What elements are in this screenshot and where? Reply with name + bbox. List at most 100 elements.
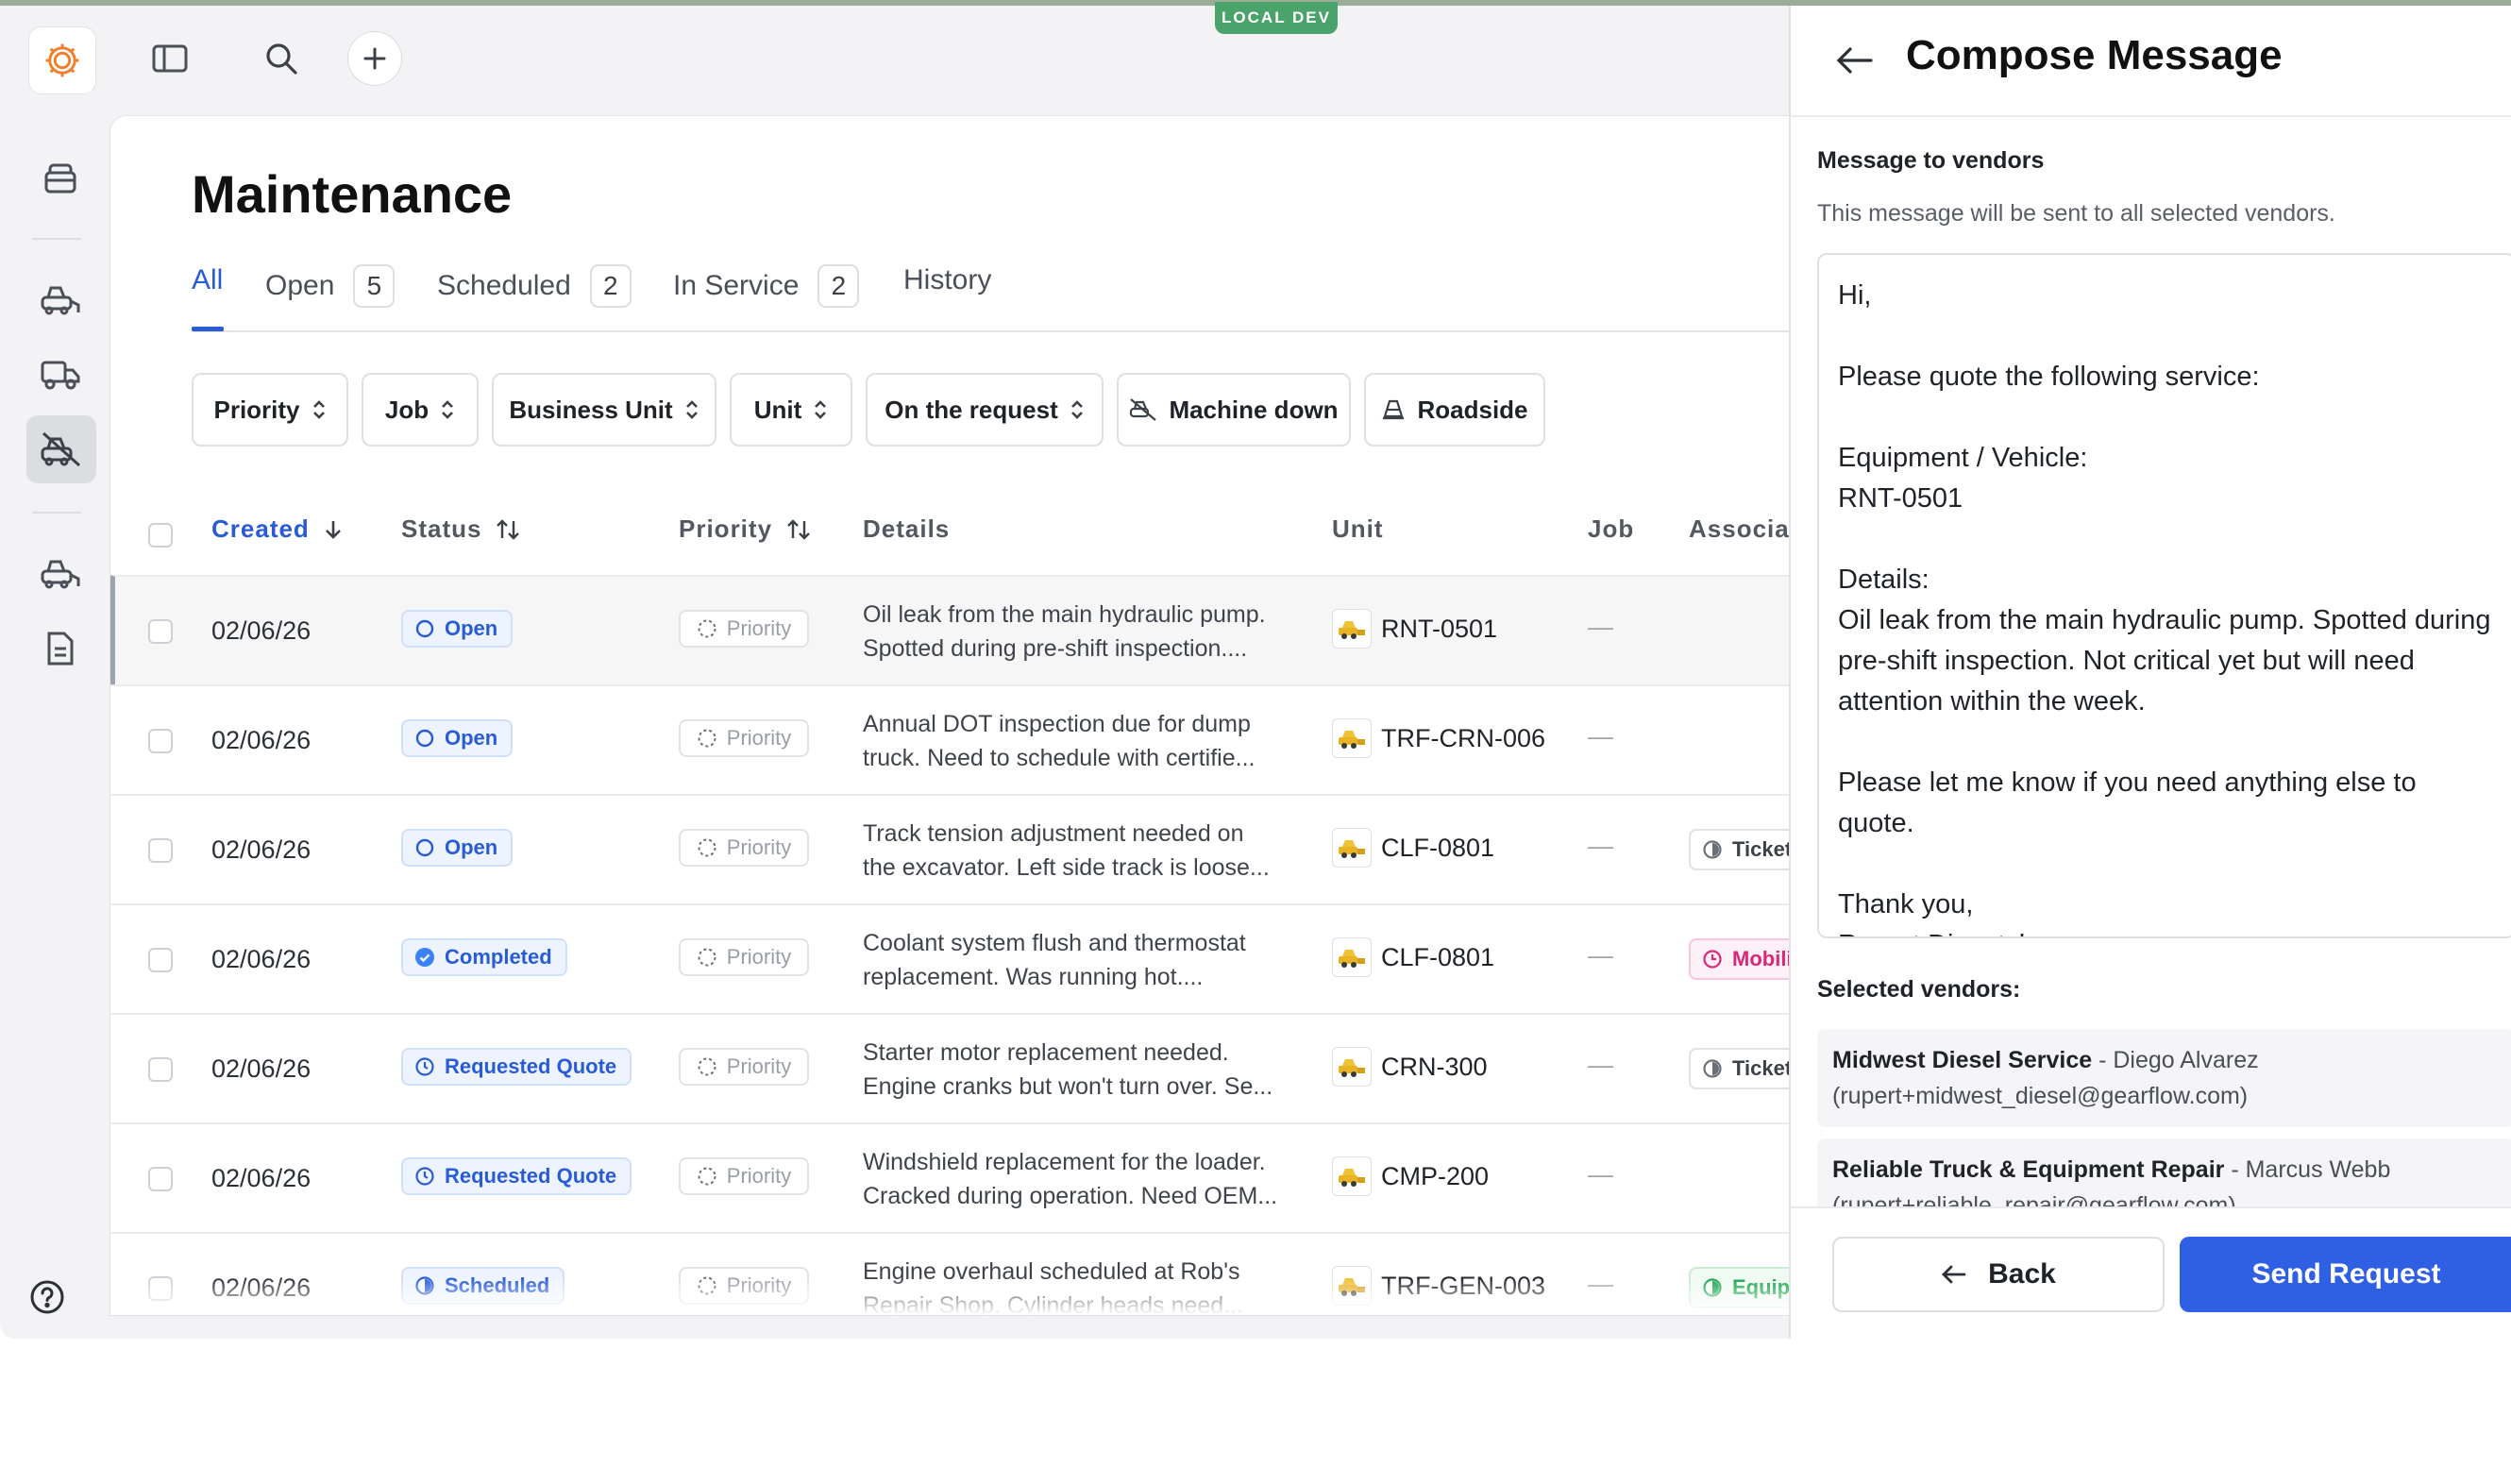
table-row[interactable]: 02/06/26 Open Priority Track tension adjust… (110, 794, 1791, 905)
tab-history[interactable]: History (903, 264, 991, 296)
message-helper-text: This message will be sent to all selecte… (1817, 200, 2335, 227)
filter-on-the-request[interactable]: On the request (866, 373, 1104, 447)
column-label: Associat (1689, 514, 1792, 543)
equipment-thumbnail-icon (1339, 950, 1365, 968)
message-textarea[interactable]: Hi, Please quote the following service: … (1817, 253, 2511, 938)
app-window: LOCAL DEV Maintenance All Open 5 Schedule… (0, 0, 2511, 1339)
row-checkbox[interactable] (148, 729, 173, 753)
priority-label: Priority (726, 1054, 792, 1078)
active-tab-indicator (192, 327, 224, 331)
row-checkbox[interactable] (148, 619, 173, 644)
details-line: Oil leak from the main hydraulic pump. (863, 601, 1266, 628)
row-checkbox[interactable] (148, 1167, 173, 1191)
page-title: Maintenance (192, 164, 513, 224)
status-badge[interactable]: Open (401, 719, 514, 757)
unit-cell[interactable]: CRN-300 (1332, 1047, 1488, 1087)
unit-thumbnail (1332, 1047, 1372, 1087)
unit-thumbnail (1332, 828, 1372, 868)
tab-scheduled[interactable]: Scheduled 2 (437, 264, 632, 308)
status-badge[interactable]: Completed (401, 938, 567, 976)
sort-toggle-icon (497, 518, 520, 540)
status-badge[interactable]: Open (401, 610, 514, 648)
priority-badge[interactable]: Priority (679, 829, 809, 867)
unit-thumbnail (1332, 609, 1372, 649)
column-label: Job (1588, 514, 1635, 543)
tab-label: In Service (673, 270, 800, 301)
help-icon[interactable] (21, 1271, 74, 1324)
table-row[interactable]: 02/06/26 Open Priority Annual DOT inspectio… (110, 684, 1791, 796)
unit-cell[interactable]: TRF-CRN-006 (1332, 718, 1545, 758)
app-logo-icon[interactable] (28, 26, 96, 94)
created-date: 02/06/26 (211, 1164, 312, 1192)
table-row[interactable]: 02/06/26 Completed Priority Coolant system … (110, 903, 1791, 1015)
status-badge[interactable]: Requested Quote (401, 1157, 632, 1195)
rental-nav-icon[interactable] (32, 549, 89, 597)
send-request-button[interactable]: Send Request (2180, 1237, 2511, 1312)
column-header-priority[interactable]: Priority (679, 514, 812, 544)
job-cell: — (1588, 832, 1613, 860)
equipment-thumbnail-icon (1339, 731, 1365, 749)
filter-business-unit[interactable]: Business Unit (492, 373, 716, 447)
back-button[interactable]: Back (1832, 1237, 2165, 1312)
priority-badge[interactable]: Priority (679, 719, 809, 757)
association-badge[interactable]: Ticket (1689, 1048, 1792, 1089)
association-badge[interactable]: Mobili (1689, 938, 1791, 980)
back-arrow-icon (1942, 1265, 1966, 1284)
table-row[interactable]: 02/06/26 Open Priority Oil leak from the ma… (110, 575, 1791, 686)
unit-cell[interactable]: CLF-0801 (1332, 828, 1494, 868)
vendor-name: Midwest Diesel Service (1832, 1047, 2093, 1073)
table-row[interactable]: 02/06/26 Requested Quote Priority Starter m… (110, 1013, 1791, 1124)
unit-cell[interactable]: CMP-200 (1332, 1156, 1489, 1196)
inventory-nav-icon[interactable] (32, 153, 89, 200)
equipment-thumbnail-icon (1339, 621, 1365, 639)
sort-chevrons-icon (312, 400, 325, 419)
vendor-name: Reliable Truck & Equipment Repair (1832, 1156, 2225, 1183)
priority-badge[interactable]: Priority (679, 610, 809, 648)
tab-in-service[interactable]: In Service 2 (673, 264, 860, 308)
row-checkbox[interactable] (148, 1057, 173, 1082)
details-line: Cracked during operation. Need OEM... (863, 1183, 1278, 1209)
table-row[interactable]: 02/06/26 Requested Quote Priority Windshiel… (110, 1122, 1791, 1234)
status-label: Requested Quote (445, 1054, 617, 1078)
unit-cell[interactable]: CLF-0801 (1332, 937, 1494, 977)
created-date: 02/06/26 (211, 835, 312, 864)
priority-label: Priority (726, 616, 792, 640)
select-all-checkbox[interactable] (148, 523, 173, 548)
association-badge[interactable]: Ticket (1689, 829, 1791, 870)
back-arrow-icon[interactable] (1828, 34, 1881, 87)
send-button-label: Send Request (2251, 1258, 2441, 1290)
filter-unit[interactable]: Unit (730, 373, 852, 447)
filter-roadside[interactable]: Roadside (1364, 373, 1545, 447)
column-label: Unit (1332, 514, 1384, 543)
sidebar-toggle-icon[interactable] (147, 36, 193, 81)
status-badge[interactable]: Open (401, 829, 514, 867)
compose-panel: Compose Message Message to vendors This … (1789, 6, 2511, 1339)
tab-all[interactable]: All (192, 264, 223, 296)
document-nav-icon[interactable] (32, 625, 89, 672)
equipment-nav-icon[interactable] (32, 276, 89, 323)
filter-machine-down[interactable]: Machine down (1117, 373, 1351, 447)
priority-badge[interactable]: Priority (679, 938, 809, 976)
tab-open[interactable]: Open 5 (265, 264, 396, 308)
filter-label: Business Unit (509, 395, 673, 424)
maintenance-nav-icon[interactable] (26, 415, 96, 483)
column-header-status[interactable]: Status (401, 514, 521, 544)
association-label: Ticket (1732, 1056, 1792, 1080)
priority-badge[interactable]: Priority (679, 1048, 809, 1086)
details-line: Annual DOT inspection due for dump (863, 711, 1251, 737)
filter-label: Job (384, 395, 430, 424)
truck-nav-icon[interactable] (32, 351, 89, 398)
unit-id: CLF-0801 (1381, 833, 1495, 862)
row-checkbox[interactable] (148, 838, 173, 863)
unit-cell[interactable]: RNT-0501 (1332, 609, 1497, 649)
priority-badge[interactable]: Priority (679, 1157, 809, 1195)
details-line: Coolant system flush and thermostat (863, 930, 1246, 956)
unit-id: CMP-200 (1381, 1161, 1490, 1190)
filter-priority[interactable]: Priority (192, 373, 348, 447)
search-icon[interactable] (259, 36, 304, 81)
create-new-button[interactable] (347, 31, 402, 86)
row-checkbox[interactable] (148, 948, 173, 972)
filter-job[interactable]: Job (362, 373, 479, 447)
column-header-created[interactable]: Created (211, 514, 344, 544)
status-badge[interactable]: Requested Quote (401, 1048, 632, 1086)
